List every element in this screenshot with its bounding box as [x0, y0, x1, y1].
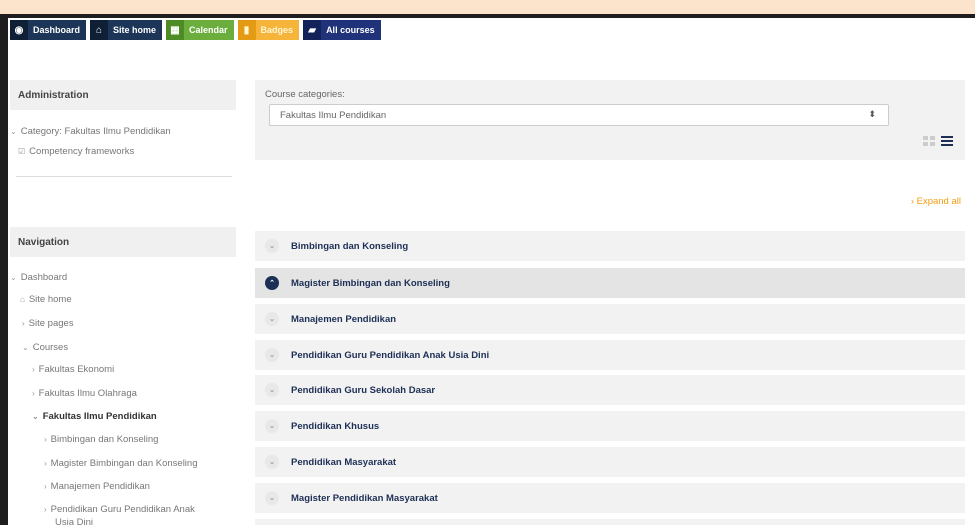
- dashboard-button-label: Dashboard: [33, 25, 81, 35]
- course-categories-panel: Course categories: Fakultas Ilmu Pendidi…: [255, 80, 965, 160]
- category-row[interactable]: ⌄ Bimbingan dan Konseling: [255, 231, 965, 261]
- nav-pgpaud-label: Pendidikan Guru Pendidikan Anak: [50, 504, 195, 515]
- calendar-button-label: Calendar: [189, 25, 228, 35]
- chevron-right-icon: ›: [22, 319, 25, 328]
- administration-block-title: Administration: [10, 80, 236, 110]
- chevron-right-icon: ›: [44, 459, 47, 468]
- list-view-icon[interactable]: [941, 136, 953, 146]
- dashboard-button[interactable]: ◉ Dashboard: [10, 20, 87, 40]
- admin-category-label: Category: Fakultas Ilmu Pendidikan: [20, 126, 171, 137]
- nav-courses-label: Courses: [32, 342, 69, 353]
- course-categories-label: Course categories:: [265, 89, 345, 100]
- chevron-right-icon: ›: [44, 505, 47, 514]
- category-row-label: Magister Bimbingan dan Konseling: [291, 277, 450, 289]
- category-row-label: Bimbingan dan Konseling: [291, 240, 409, 252]
- nav-magister-bimbingan[interactable]: › Magister Bimbingan dan Konseling: [44, 458, 197, 469]
- course-categories-select[interactable]: Fakultas Ilmu Pendidikan ⬍: [269, 104, 889, 126]
- top-button-bar: ◉ Dashboard ⌂ Site home ▦ Calendar ▮ Bad…: [10, 20, 381, 40]
- all-courses-button[interactable]: ▰ All courses: [303, 20, 381, 40]
- category-row[interactable]: ⌄ Manajemen Pendidikan: [255, 304, 965, 334]
- checkbox-icon: ☑: [18, 147, 26, 156]
- category-row[interactable]: ⌃ Magister Bimbingan dan Konseling: [255, 268, 965, 298]
- home-icon: ⌂: [20, 295, 25, 304]
- nav-fakultas-olahraga-label: Fakultas Ilmu Olahraga: [38, 388, 137, 399]
- chevron-down-icon: ⌄: [10, 273, 17, 282]
- competency-frameworks-link[interactable]: ☑ Competency frameworks: [18, 146, 134, 157]
- chevron-down-icon[interactable]: ⌄: [265, 312, 279, 326]
- nav-site-home-label: Site home: [28, 294, 72, 305]
- nav-site-pages-label: Site pages: [28, 318, 74, 329]
- nav-site-home[interactable]: ⌂ Site home: [20, 294, 72, 305]
- chevron-right-icon: ›: [32, 389, 35, 398]
- calendar-button[interactable]: ▦ Calendar: [166, 20, 234, 40]
- category-row-label: Pendidikan Guru Sekolah Dasar: [291, 384, 436, 396]
- course-categories-selected: Fakultas Ilmu Pendidikan: [280, 110, 387, 121]
- nav-dashboard[interactable]: ⌄ Dashboard: [10, 272, 67, 283]
- chevron-down-icon[interactable]: ⌄: [265, 419, 279, 433]
- category-row[interactable]: ⌄ Pendidikan Masyarakat: [255, 447, 965, 477]
- nav-fakultas-ekonomi[interactable]: › Fakultas Ekonomi: [32, 364, 114, 375]
- chevron-right-icon: ›: [32, 365, 35, 374]
- chevron-right-icon: ›: [44, 435, 47, 444]
- navigation-block-title: Navigation: [10, 227, 236, 257]
- nav-site-pages[interactable]: › Site pages: [22, 318, 74, 329]
- nav-fakultas-olahraga[interactable]: › Fakultas Ilmu Olahraga: [32, 388, 137, 399]
- nav-pgpaud-continued: Usia Dini: [55, 517, 94, 525]
- nav-bimbingan-label: Bimbingan dan Konseling: [50, 434, 159, 445]
- chevron-down-icon: ⌄: [10, 127, 17, 136]
- category-row[interactable]: ⌄ Magister Pendidikan Masyarakat: [255, 483, 965, 513]
- nav-dashboard-label: Dashboard: [20, 272, 68, 283]
- expand-all-label: Expand all: [916, 196, 961, 207]
- category-row-partial[interactable]: ⌄: [255, 519, 965, 525]
- category-row[interactable]: ⌄ Pendidikan Guru Pendidikan Anak Usia D…: [255, 340, 965, 370]
- chevron-down-icon: ⌄: [22, 343, 29, 352]
- book-icon: ▰: [303, 20, 322, 40]
- badges-button[interactable]: ▮ Badges: [237, 20, 300, 40]
- nav-bimbingan[interactable]: › Bimbingan dan Konseling: [44, 434, 158, 445]
- select-arrows-icon: ⬍: [868, 109, 876, 119]
- category-row[interactable]: ⌄ Pendidikan Guru Sekolah Dasar: [255, 375, 965, 405]
- site-home-button[interactable]: ⌂ Site home: [90, 20, 163, 40]
- category-row-label: Pendidikan Khusus: [291, 420, 380, 432]
- category-row-label: Pendidikan Guru Pendidikan Anak Usia Din…: [291, 349, 490, 361]
- category-row-label: Pendidikan Masyarakat: [291, 456, 397, 468]
- badges-button-label: Badges: [260, 25, 294, 35]
- moodle-page: ◉ Dashboard ⌂ Site home ▦ Calendar ▮ Bad…: [8, 18, 975, 525]
- category-row-label: Magister Pendidikan Masyarakat: [291, 492, 438, 504]
- divider: [16, 176, 232, 177]
- nav-courses[interactable]: ⌄ Courses: [22, 342, 68, 353]
- bookmark-icon: ▮: [237, 20, 256, 40]
- chevron-down-icon[interactable]: ⌄: [265, 455, 279, 469]
- nav-fakultas-pendidikan[interactable]: ⌄ Fakultas Ilmu Pendidikan: [32, 411, 157, 422]
- nav-fakultas-ekonomi-label: Fakultas Ekonomi: [38, 364, 115, 375]
- nav-manajemen[interactable]: › Manajemen Pendidikan: [44, 481, 150, 492]
- all-courses-button-label: All courses: [326, 25, 375, 35]
- chevron-down-icon[interactable]: ⌄: [265, 348, 279, 362]
- grid-view-icon[interactable]: [923, 136, 935, 146]
- view-toggle: [923, 136, 953, 146]
- nav-magister-bimbingan-label: Magister Bimbingan dan Konseling: [50, 458, 198, 469]
- expand-all-link[interactable]: › Expand all: [911, 196, 961, 207]
- home-icon: ⌂: [90, 20, 109, 40]
- chevron-down-icon: ⌄: [32, 412, 39, 421]
- dashboard-icon: ◉: [10, 20, 28, 40]
- competency-frameworks-label: Competency frameworks: [29, 146, 135, 157]
- browser-frame: ◉ Dashboard ⌂ Site home ▦ Calendar ▮ Bad…: [0, 14, 975, 525]
- chevron-down-icon[interactable]: ⌄: [265, 491, 279, 505]
- category-row[interactable]: ⌄ Pendidikan Khusus: [255, 411, 965, 441]
- nav-fakultas-pendidikan-label: Fakultas Ilmu Pendidikan: [42, 411, 157, 422]
- calendar-icon: ▦: [166, 20, 185, 40]
- admin-category-link[interactable]: ⌄ Category: Fakultas Ilmu Pendidikan: [10, 126, 171, 137]
- nav-pgpaud[interactable]: › Pendidikan Guru Pendidikan Anak: [44, 504, 195, 515]
- chevron-down-icon[interactable]: ⌄: [265, 383, 279, 397]
- chevron-up-icon[interactable]: ⌃: [265, 276, 279, 290]
- category-row-label: Manajemen Pendidikan: [291, 313, 397, 325]
- nav-manajemen-label: Manajemen Pendidikan: [50, 481, 150, 492]
- site-home-button-label: Site home: [113, 25, 157, 35]
- chevron-right-icon: ›: [44, 482, 47, 491]
- chevron-down-icon[interactable]: ⌄: [265, 239, 279, 253]
